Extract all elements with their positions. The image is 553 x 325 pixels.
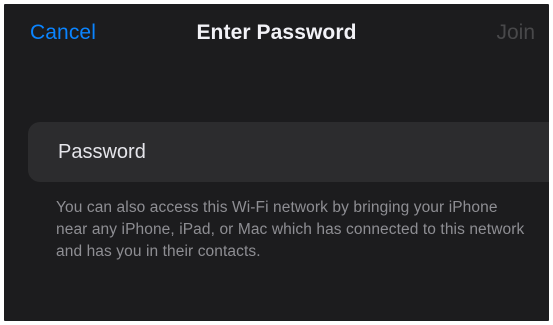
wifi-password-sheet: Cancel Enter Password Join You can also … <box>4 4 549 321</box>
navigation-bar: Cancel Enter Password Join <box>4 4 549 62</box>
page-title: Enter Password <box>196 21 357 44</box>
password-field-container[interactable] <box>28 122 549 182</box>
join-button[interactable]: Join <box>496 21 535 45</box>
password-input[interactable] <box>58 140 518 164</box>
wifi-sharing-note: You can also access this Wi-Fi network b… <box>56 199 525 260</box>
